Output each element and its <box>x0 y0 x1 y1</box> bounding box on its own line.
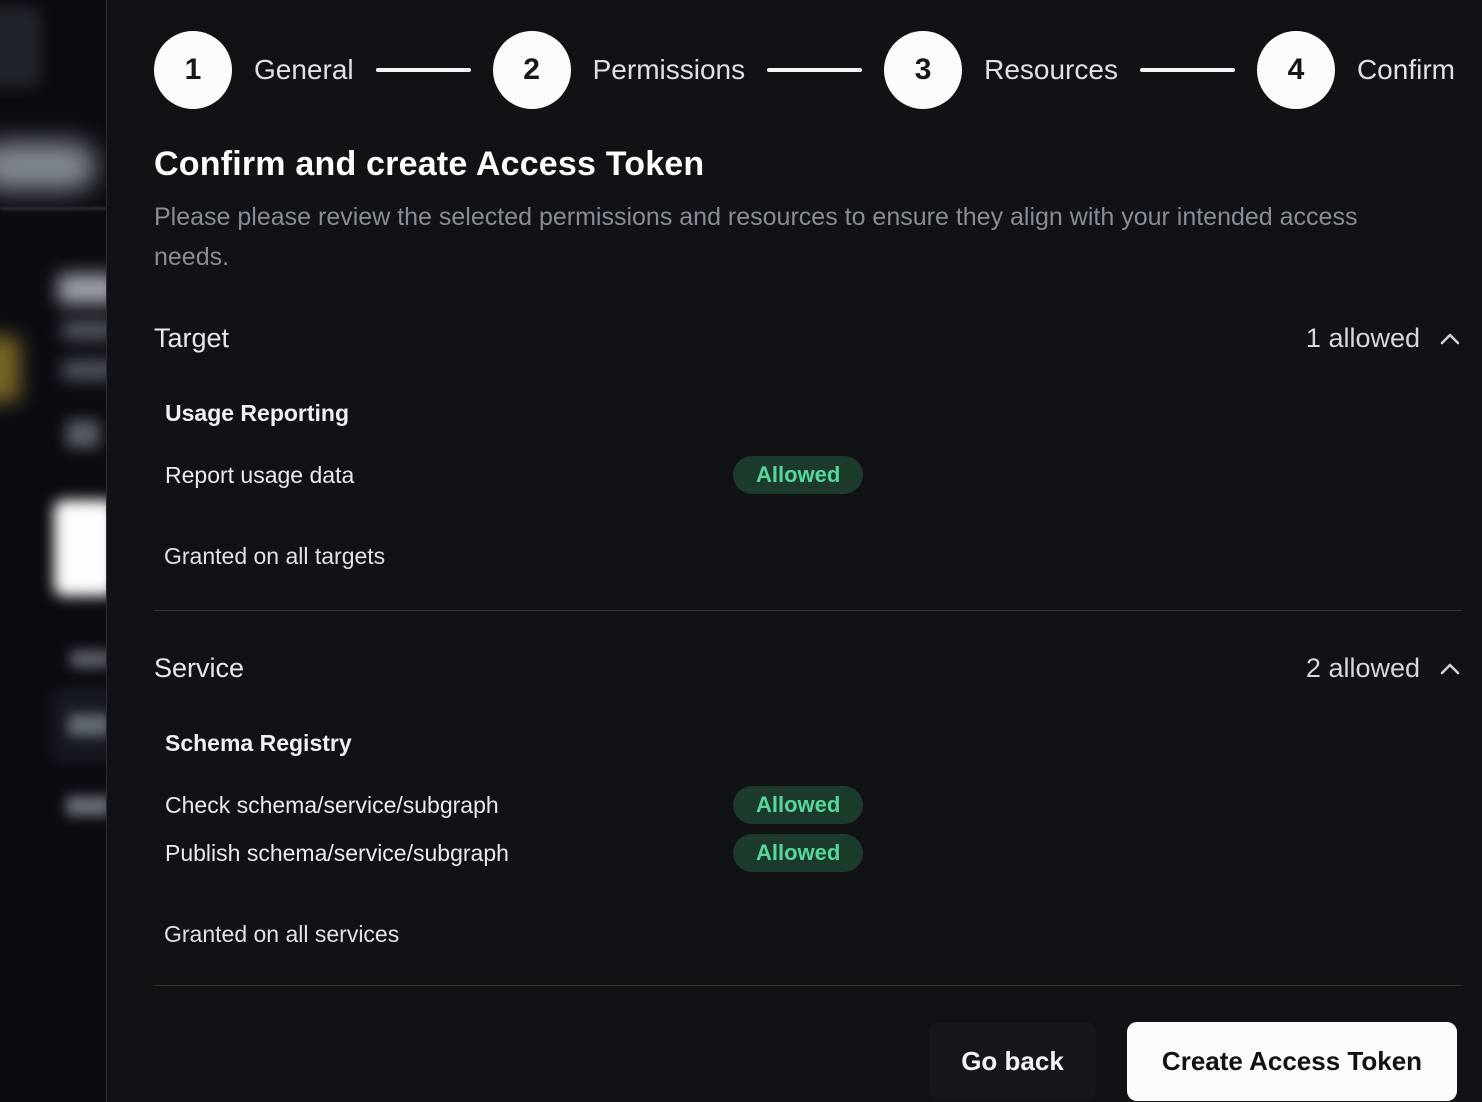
section-target: Target 1 allowed Usage Reporting Report … <box>154 323 1462 611</box>
blurred-nav-item <box>0 142 96 190</box>
permission-group-usage-reporting: Usage Reporting Report usage data Allowe… <box>154 400 1462 499</box>
blurred-accent-shape <box>0 336 20 402</box>
section-title: Target <box>154 323 229 354</box>
step-label: Resources <box>984 54 1118 86</box>
blurred-label-text <box>68 714 106 736</box>
step-general[interactable]: 1 General <box>154 31 354 109</box>
permission-label: Check schema/service/subgraph <box>165 792 733 819</box>
step-label: General <box>254 54 354 86</box>
blurred-heading-text <box>58 274 106 304</box>
chevron-up-icon[interactable] <box>1438 331 1462 347</box>
blurred-icon <box>66 420 100 448</box>
section-title: Service <box>154 653 244 684</box>
section-allowed-count: 2 allowed <box>1306 653 1462 684</box>
blurred-label-text <box>66 796 106 816</box>
create-access-token-modal: 1 General 2 Permissions 3 Resources 4 Co… <box>106 0 1482 1102</box>
step-number-circle: 3 <box>884 31 962 109</box>
section-allowed-count: 1 allowed <box>1306 323 1462 354</box>
permission-row: Report usage data Allowed <box>165 451 1462 499</box>
section-service: Service 2 allowed Schema Registry Check … <box>154 653 1462 986</box>
permission-group-title: Usage Reporting <box>165 400 1462 427</box>
permission-group-schema-registry: Schema Registry Check schema/service/sub… <box>154 730 1462 877</box>
modal-footer: Go back Create Access Token <box>154 1022 1462 1101</box>
permission-group-title: Schema Registry <box>165 730 1462 757</box>
chevron-up-icon[interactable] <box>1438 661 1462 677</box>
blurred-background-sidebar <box>0 0 106 1102</box>
blurred-body-text <box>62 320 106 340</box>
go-back-button[interactable]: Go back <box>929 1022 1096 1100</box>
permission-row: Publish schema/service/subgraph Allowed <box>165 829 1462 877</box>
granted-note: Granted on all services <box>154 921 1462 948</box>
page-title: Confirm and create Access Token <box>154 145 1462 184</box>
step-connector-line <box>1140 68 1235 72</box>
step-label: Confirm <box>1357 54 1455 86</box>
permission-label: Report usage data <box>165 462 733 489</box>
blurred-white-panel <box>54 500 106 596</box>
section-divider <box>154 610 1462 611</box>
step-number-circle: 2 <box>493 31 571 109</box>
status-badge-allowed: Allowed <box>733 456 863 494</box>
step-number-circle: 4 <box>1257 31 1335 109</box>
permission-rows: Report usage data Allowed <box>165 451 1462 499</box>
allowed-count-label: 2 allowed <box>1306 653 1420 684</box>
step-resources[interactable]: 3 Resources <box>884 31 1118 109</box>
blurred-divider <box>0 207 106 210</box>
section-target-header[interactable]: Target 1 allowed <box>154 323 1462 354</box>
granted-note: Granted on all targets <box>154 543 1462 570</box>
step-label: Permissions <box>593 54 745 86</box>
create-access-token-button[interactable]: Create Access Token <box>1127 1022 1457 1101</box>
wizard-stepper: 1 General 2 Permissions 3 Resources 4 Co… <box>154 31 1462 109</box>
footer-divider <box>154 985 1462 986</box>
blurred-body-text <box>62 360 106 380</box>
allowed-count-label: 1 allowed <box>1306 323 1420 354</box>
step-number-circle: 1 <box>154 31 232 109</box>
step-confirm[interactable]: 4 Confirm <box>1257 31 1455 109</box>
status-badge-allowed: Allowed <box>733 786 863 824</box>
permission-row: Check schema/service/subgraph Allowed <box>165 781 1462 829</box>
step-permissions[interactable]: 2 Permissions <box>493 31 745 109</box>
blurred-card <box>0 6 42 88</box>
page-description: Please please review the selected permis… <box>154 198 1384 277</box>
blurred-label-text <box>70 650 106 668</box>
section-service-header[interactable]: Service 2 allowed <box>154 653 1462 684</box>
permission-rows: Check schema/service/subgraph Allowed Pu… <box>165 781 1462 877</box>
permission-label: Publish schema/service/subgraph <box>165 840 733 867</box>
step-connector-line <box>376 68 471 72</box>
status-badge-allowed: Allowed <box>733 834 863 872</box>
step-connector-line <box>767 68 862 72</box>
